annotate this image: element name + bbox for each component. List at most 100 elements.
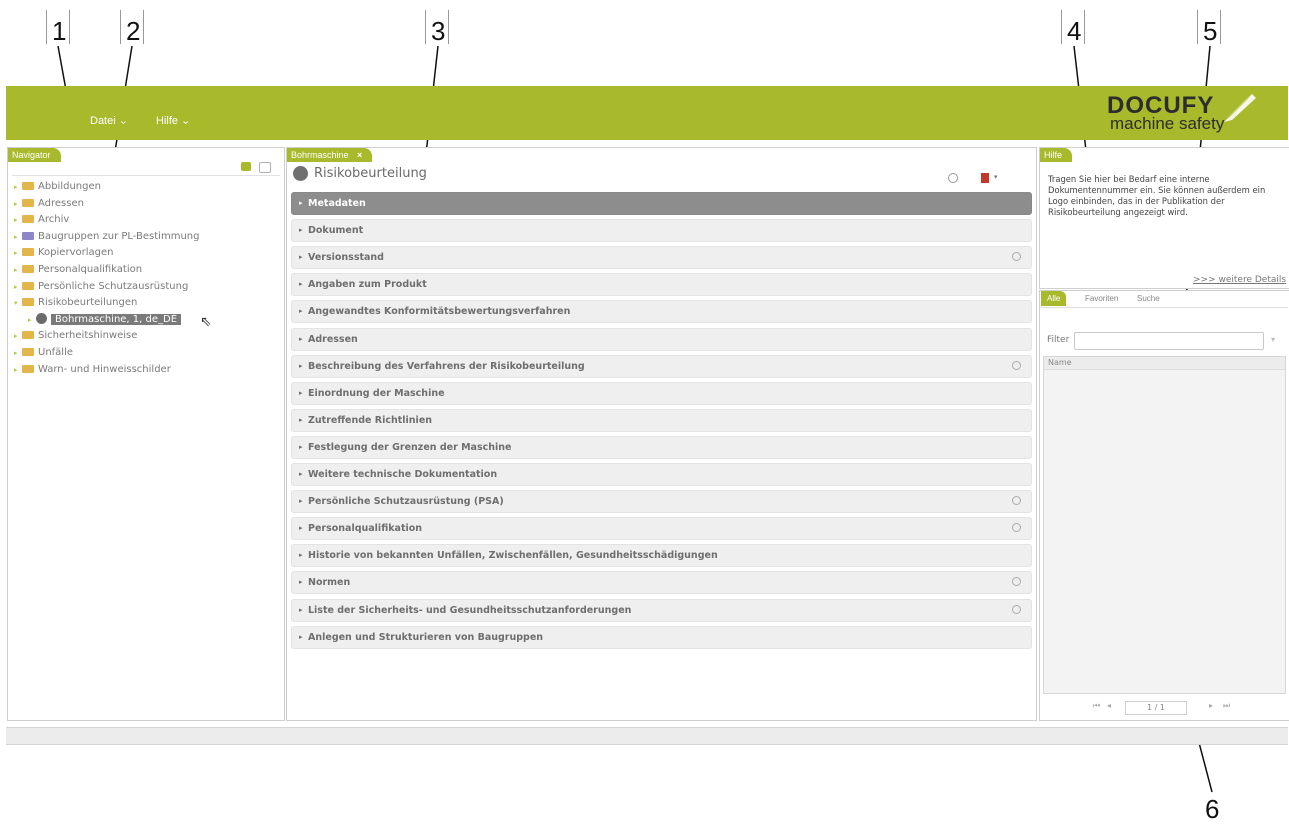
expand-arrow-icon[interactable]: ▸ xyxy=(14,179,22,196)
section-row[interactable]: ▸ Adressen xyxy=(291,327,1032,351)
tree-item[interactable]: ▸ Abbildungen xyxy=(14,179,199,196)
filter-clear-icon[interactable]: ▾ xyxy=(1271,335,1275,344)
tab-all[interactable]: Alle xyxy=(1041,291,1067,306)
section-label: Adressen xyxy=(308,333,358,345)
tree-item-selected[interactable]: ▸ Bohrmaschine, 1, de_DE ⇖ xyxy=(14,312,212,330)
section-label: Versionsstand xyxy=(308,252,384,264)
expand-arrow-icon[interactable]: ▸ xyxy=(14,212,22,229)
first-page-icon[interactable]: ⏮ xyxy=(1093,701,1100,711)
expand-arrow-icon[interactable]: ▸ xyxy=(14,328,22,345)
expand-arrow-icon[interactable]: ▸ xyxy=(14,229,22,246)
section-row[interactable]: ▸ Persönliche Schutzausrüstung (PSA) xyxy=(291,490,1032,514)
tree-item[interactable]: ▸ Unfälle xyxy=(14,345,199,362)
section-row[interactable]: ▸ Angewandtes Konformitätsbewertungsverfa… xyxy=(291,300,1032,324)
search-icon[interactable] xyxy=(1012,604,1021,614)
expand-arrow-icon[interactable]: ▸ xyxy=(28,312,36,329)
section-label: Normen xyxy=(308,577,351,589)
tree-item[interactable]: ▸ Warn- und Hinweisschilder xyxy=(14,362,199,379)
collapse-arrow-icon[interactable]: ▾ xyxy=(14,295,22,312)
section-row[interactable]: ▸ Liste der Sicherheits- und Gesundheitss… xyxy=(291,598,1032,622)
section-row[interactable]: ▸ Normen xyxy=(291,571,1032,595)
section-label: Liste der Sicherheits- und Gesundheitssc… xyxy=(308,604,632,616)
section-row[interactable]: ▸ Angaben zum Produkt xyxy=(291,273,1032,297)
expand-arrow-icon[interactable]: ▸ xyxy=(299,329,303,350)
close-tab-icon[interactable]: × xyxy=(357,150,362,160)
expand-arrow-icon[interactable]: ▸ xyxy=(299,572,303,593)
search-icon[interactable] xyxy=(1012,523,1021,533)
next-page-icon[interactable]: ▸ xyxy=(1209,701,1213,710)
menu-help[interactable]: Hilfe ⌄ xyxy=(156,114,190,127)
section-row[interactable]: ▸ Anlegen und Strukturieren von Baugruppe… xyxy=(291,625,1032,649)
tree-item[interactable]: ▸ Adressen xyxy=(14,196,199,213)
expand-arrow-icon[interactable]: ▸ xyxy=(299,301,303,322)
search-icon[interactable] xyxy=(1012,360,1021,370)
expand-arrow-icon[interactable]: ▸ xyxy=(299,410,303,431)
expand-arrow-icon[interactable]: ▸ xyxy=(299,464,303,485)
section-row[interactable]: ▸ Personalqualifikation xyxy=(291,517,1032,541)
section-row[interactable]: ▸ Historie von bekannten Unfällen, Zwisch… xyxy=(291,544,1032,568)
expand-arrow-icon[interactable]: ▸ xyxy=(299,220,303,241)
editor-tab[interactable]: Bohrmaschine × xyxy=(287,148,373,162)
expand-arrow-icon[interactable]: ▸ xyxy=(14,262,22,279)
tree-item[interactable]: ▸ Archiv xyxy=(14,212,199,229)
filter-input[interactable] xyxy=(1074,332,1264,350)
tree-item-label: Kopiervorlagen xyxy=(38,247,114,259)
expand-arrow-icon[interactable]: ▸ xyxy=(299,491,303,512)
expand-arrow-icon[interactable]: ▸ xyxy=(299,545,303,566)
expand-arrow-icon[interactable]: ▸ xyxy=(299,627,303,648)
chevron-down-icon[interactable]: ▾ xyxy=(994,173,1004,183)
folder-icon xyxy=(22,264,34,273)
expand-arrow-icon[interactable]: ▸ xyxy=(299,437,303,458)
pdf-icon[interactable] xyxy=(981,173,989,183)
menu-file[interactable]: Datei ⌄ xyxy=(90,114,128,127)
prev-page-icon[interactable]: ◂ xyxy=(1107,701,1111,710)
collapse-icon[interactable] xyxy=(259,162,271,173)
expand-arrow-icon[interactable]: ▸ xyxy=(14,196,22,213)
tree-item[interactable]: ▾ Risikobeurteilungen xyxy=(14,295,199,312)
tree-item[interactable]: ▸ Baugruppen zur PL-Bestimmung xyxy=(14,229,199,246)
tab-search[interactable]: Suche xyxy=(1131,291,1166,306)
globe-icon xyxy=(293,166,308,181)
help-tab[interactable]: Hilfe xyxy=(1040,148,1073,162)
tree-item[interactable]: ▸ Sicherheitshinweise xyxy=(14,328,199,345)
section-row[interactable]: ▸ Zutreffende Richtlinien xyxy=(291,408,1032,432)
expand-arrow-icon[interactable]: ▸ xyxy=(14,345,22,362)
expand-arrow-icon[interactable]: ▸ xyxy=(14,279,22,296)
expand-arrow-icon[interactable]: ▸ xyxy=(299,518,303,539)
section-row[interactable]: ▸ Weitere technische Dokumentation xyxy=(291,463,1032,486)
section-row[interactable]: ▸ Versionsstand xyxy=(291,246,1032,270)
logo-feather-icon xyxy=(1224,94,1256,122)
tabs-underline xyxy=(1041,307,1288,308)
tree-item[interactable]: ▸ Persönliche Schutzausrüstung xyxy=(14,279,199,296)
search-icon[interactable] xyxy=(1012,252,1021,262)
section-row[interactable]: ▸ Dokument xyxy=(291,219,1032,243)
expand-arrow-icon[interactable]: ▸ xyxy=(299,600,303,621)
section-row[interactable]: ▸ Festlegung der Grenzen der Maschine xyxy=(291,435,1032,459)
folder-open-icon xyxy=(22,298,34,307)
search-icon[interactable] xyxy=(1012,496,1021,506)
section-label: Weitere technische Dokumentation xyxy=(308,469,498,480)
expand-arrow-icon[interactable]: ▸ xyxy=(299,356,303,377)
resources-grid: Name xyxy=(1043,356,1286,694)
document-globe-icon xyxy=(36,312,47,324)
section-row[interactable]: ▸ Einordnung der Maschine xyxy=(291,381,1032,405)
section-row[interactable]: ▸ Beschreibung des Verfahrens der Risikob… xyxy=(291,354,1032,378)
expand-arrow-icon[interactable]: ▸ xyxy=(299,274,303,295)
refresh-icon[interactable] xyxy=(948,173,958,183)
more-details-link[interactable]: >>> weitere Details xyxy=(1193,275,1286,285)
resources-tabs: Alle Favoriten Suche xyxy=(1041,291,1288,307)
expand-arrow-icon[interactable]: ▸ xyxy=(299,247,303,268)
last-page-icon[interactable]: ⏭ xyxy=(1223,701,1230,711)
navigator-tab[interactable]: Navigator xyxy=(8,148,61,162)
section-row[interactable]: ▸ Metadaten xyxy=(291,192,1032,215)
expand-arrow-icon[interactable]: ▸ xyxy=(14,245,22,262)
column-header-name[interactable]: Name xyxy=(1044,357,1285,370)
expand-arrow-icon[interactable]: ▸ xyxy=(299,193,303,214)
tree-item[interactable]: ▸ Personalqualifikation xyxy=(14,262,199,279)
tree-item[interactable]: ▸ Kopiervorlagen xyxy=(14,245,199,262)
tab-favorites[interactable]: Favoriten xyxy=(1079,291,1124,306)
expand-icon[interactable] xyxy=(241,162,251,171)
search-icon[interactable] xyxy=(1012,577,1021,587)
expand-arrow-icon[interactable]: ▸ xyxy=(14,362,22,379)
expand-arrow-icon[interactable]: ▸ xyxy=(299,383,303,404)
